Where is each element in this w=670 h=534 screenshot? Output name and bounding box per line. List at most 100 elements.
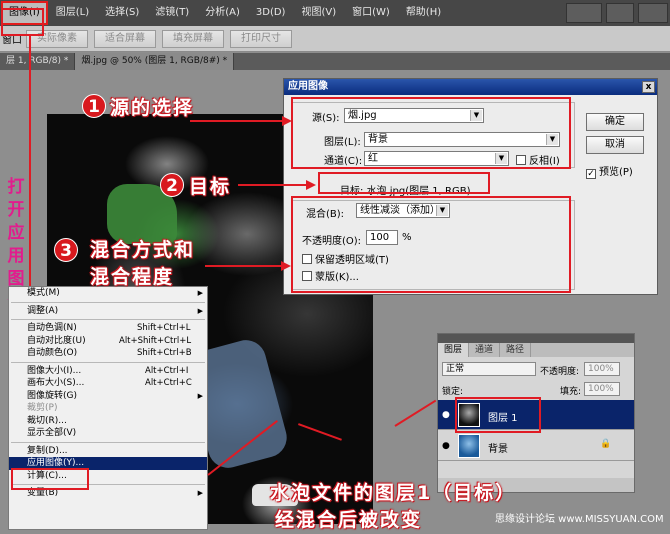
fill-value: 100% bbox=[588, 384, 614, 394]
menu-filter[interactable]: 滤镜(T) bbox=[147, 0, 197, 26]
menu-separator bbox=[11, 361, 205, 363]
menu-item-auto-tone[interactable]: 自动色调(N) Shift+Ctrl+L bbox=[9, 322, 207, 335]
document-tab-active[interactable]: 烟.jpg @ 50% (图层 1, RGB/8#) * bbox=[75, 53, 235, 70]
layer-opacity-value: 100% bbox=[588, 364, 614, 374]
menu-item-image-rotation[interactable]: 图像旋转(G) ▶ bbox=[9, 390, 207, 403]
fit-screen-button[interactable]: 适合屏幕 bbox=[94, 29, 156, 48]
panel-header bbox=[438, 334, 634, 343]
menu-item-label: 复制(D)... bbox=[27, 445, 68, 456]
menu-window[interactable]: 窗口(W) bbox=[344, 0, 398, 26]
menu-shortcut: Shift+Ctrl+L bbox=[137, 323, 191, 333]
menu-shortcut: Alt+Ctrl+I bbox=[145, 365, 189, 376]
annotation-target: 目标 bbox=[189, 176, 232, 198]
menu-item-label: 调整(A) bbox=[27, 305, 59, 316]
lock-icon: 🔒 bbox=[600, 439, 612, 449]
watermark: 思缘设计论坛 www.MISSYUAN.COM bbox=[495, 514, 664, 525]
dialog-title-bar: 应用图像 x bbox=[284, 79, 657, 95]
layer-name: 背景 bbox=[488, 444, 508, 455]
menu-shortcut: Alt+Shift+Ctrl+L bbox=[119, 335, 192, 346]
menu-shortcut: Alt+Ctrl+C bbox=[145, 378, 192, 388]
preview-checkbox-row[interactable]: ✓ 预览(P) bbox=[586, 163, 633, 179]
layer-opacity-input[interactable]: 100% bbox=[584, 362, 620, 376]
menu-item-adjust[interactable]: 调整(A) ▶ bbox=[9, 305, 207, 318]
options-bar: 窗口 实际像素 适合屏幕 填充屏幕 打印尺寸 bbox=[0, 26, 670, 52]
annotation-box-image-menu bbox=[1, 8, 44, 36]
annotation-box-target bbox=[318, 172, 490, 194]
lock-label: 锁定: bbox=[442, 387, 464, 397]
menu-item-label: 模式(M) bbox=[27, 288, 60, 298]
annotation-arrow-1 bbox=[190, 120, 282, 122]
workspace-button-2[interactable] bbox=[606, 3, 634, 23]
menu-item-label: 画布大小(S)... bbox=[27, 378, 85, 388]
menu-item-trim[interactable]: 裁切(R)... bbox=[9, 415, 207, 428]
menu-item-canvas-size[interactable]: 画布大小(S)... Alt+Ctrl+C bbox=[9, 377, 207, 390]
fill-label: 填充: bbox=[560, 387, 582, 397]
menu-layer[interactable]: 图层(L) bbox=[48, 0, 97, 26]
menu-item-label: 裁剪(P) bbox=[27, 403, 58, 413]
menu-item-auto-color[interactable]: 自动颜色(O) Shift+Ctrl+B bbox=[9, 347, 207, 360]
image-menu-dropdown: 模式(M) ▶ 调整(A) ▶ 自动色调(N) Shift+Ctrl+L 自动对比度(… bbox=[8, 286, 208, 530]
print-size-button[interactable]: 打印尺寸 bbox=[230, 29, 292, 48]
blend-mode-value: 正常 bbox=[446, 364, 465, 374]
menu-view[interactable]: 视图(V) bbox=[293, 0, 344, 26]
document-tabs: 层 1, RGB/8) * 烟.jpg @ 50% (图层 1, RGB/8#)… bbox=[0, 53, 670, 70]
menu-shortcut: Shift+Ctrl+B bbox=[137, 348, 192, 358]
ok-button[interactable]: 确定 bbox=[586, 113, 644, 131]
menu-separator bbox=[11, 441, 205, 443]
menu-item-crop: 裁剪(P) bbox=[9, 402, 207, 415]
menu-item-auto-contrast[interactable]: 自动对比度(U) Alt+Shift+Ctrl+L bbox=[9, 335, 207, 348]
submenu-arrow-icon: ▶ bbox=[197, 391, 203, 400]
fill-screen-button[interactable]: 填充屏幕 bbox=[162, 29, 224, 48]
blend-mode-select[interactable]: 正常 bbox=[442, 362, 536, 376]
document-tab[interactable]: 层 1, RGB/8) * bbox=[0, 53, 76, 70]
submenu-arrow-icon: ▶ bbox=[197, 289, 203, 297]
annotation-number-2: 2 bbox=[160, 173, 184, 197]
workspace-button[interactable] bbox=[566, 3, 602, 23]
tab-paths[interactable]: 路径 bbox=[500, 343, 532, 357]
tab-channels[interactable]: 通道 bbox=[469, 343, 501, 357]
menu-item-duplicate[interactable]: 复制(D)... bbox=[9, 445, 207, 458]
menu-item-label: 图像大小(I)... bbox=[27, 365, 82, 376]
menu-item-image-size[interactable]: 图像大小(I)... Alt+Ctrl+I bbox=[9, 365, 207, 378]
annotation-box-layer1 bbox=[455, 397, 541, 433]
submenu-arrow-icon: ▶ bbox=[197, 306, 203, 315]
eye-icon[interactable]: ● bbox=[442, 410, 450, 420]
annotation-source-choice: 源的选择 bbox=[110, 97, 195, 119]
annotation-arrow-3 bbox=[205, 265, 281, 267]
vertical-char: 开 bbox=[7, 200, 25, 220]
arrow-right-icon bbox=[282, 116, 292, 126]
annotation-arrow-2 bbox=[238, 184, 306, 186]
menu-item-reveal-all[interactable]: 显示全部(V) bbox=[9, 427, 207, 440]
eye-icon[interactable]: ● bbox=[442, 441, 450, 451]
menu-item-label: 图像旋转(G) bbox=[27, 390, 77, 401]
fill-input[interactable]: 100% bbox=[584, 382, 620, 396]
vertical-char: 应 bbox=[7, 223, 25, 243]
layer-row-background[interactable]: ● 背景 🔒 bbox=[438, 431, 634, 461]
annotation-blend-mode: 混合方式和 bbox=[90, 239, 196, 261]
menu-item-label: 应用图像(Y)... bbox=[27, 458, 85, 468]
cancel-button[interactable]: 取消 bbox=[586, 136, 644, 154]
menu-help[interactable]: 帮助(H) bbox=[398, 0, 449, 26]
preview-label: 预览(P) bbox=[599, 167, 633, 178]
menu-item-label: 显示全部(V) bbox=[27, 428, 77, 438]
workspace-button-3[interactable] bbox=[638, 3, 668, 23]
annotation-layer-target: 水泡文件的图层1（目标） bbox=[270, 482, 517, 504]
panel-tabs: 图层 通道 路径 bbox=[438, 343, 634, 357]
menu-separator bbox=[11, 301, 205, 303]
vertical-char: 打 bbox=[7, 177, 25, 197]
menu-analysis[interactable]: 分析(A) bbox=[197, 0, 248, 26]
menu-item-label: 裁切(R)... bbox=[27, 415, 67, 426]
menu-item-label: 自动对比度(U) bbox=[27, 335, 86, 346]
vertical-char: 用 bbox=[7, 246, 25, 266]
annotation-box-blending bbox=[291, 196, 571, 293]
annotation-box-apply-image bbox=[11, 468, 89, 490]
close-icon[interactable]: x bbox=[642, 81, 655, 93]
menu-separator bbox=[11, 319, 205, 320]
arrow-right-icon bbox=[281, 261, 291, 271]
annotation-box-source bbox=[291, 97, 571, 169]
menu-3d[interactable]: 3D(D) bbox=[248, 0, 294, 26]
tab-layers[interactable]: 图层 bbox=[438, 343, 470, 357]
preview-checkbox[interactable]: ✓ bbox=[586, 169, 596, 179]
menu-item-label: 自动颜色(O) bbox=[27, 348, 78, 358]
menu-select[interactable]: 选择(S) bbox=[97, 0, 147, 26]
